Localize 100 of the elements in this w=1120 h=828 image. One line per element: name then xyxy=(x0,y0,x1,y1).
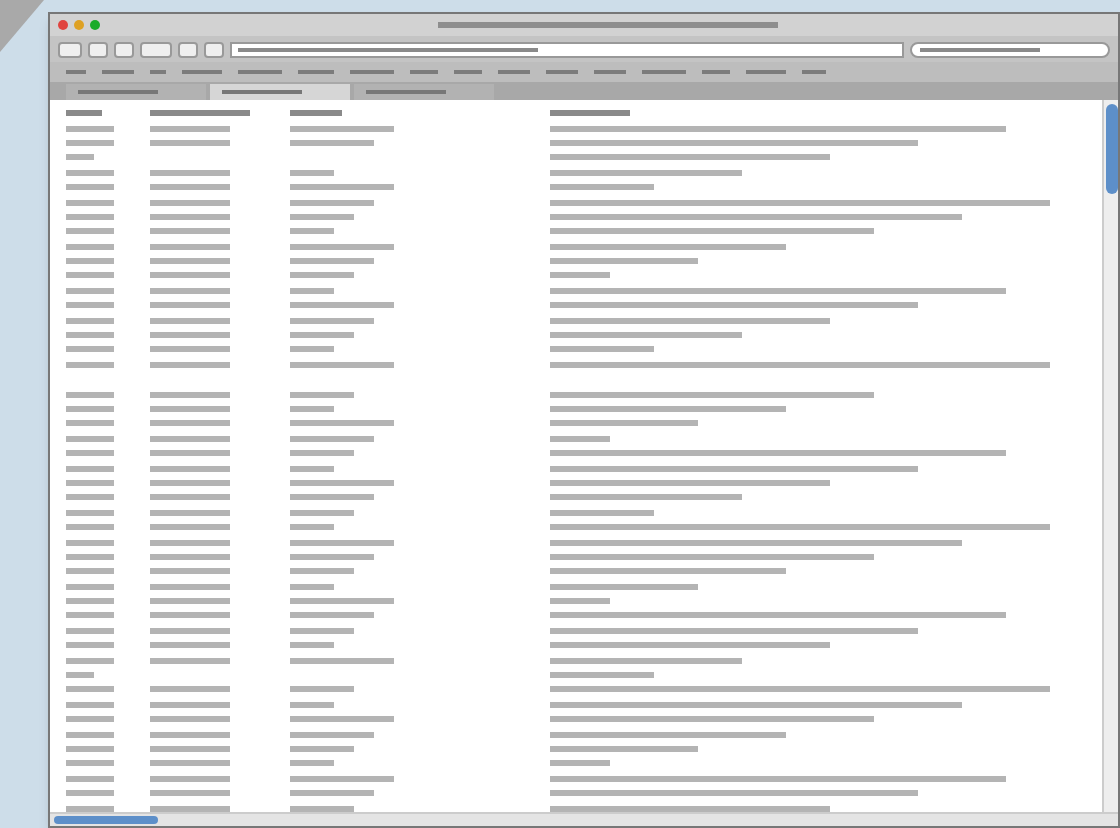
blurred-text-drawing xyxy=(66,272,114,279)
blurred-text-drawing xyxy=(66,745,114,752)
browser-tab[interactable] xyxy=(210,84,350,100)
blurred-text-drawing xyxy=(66,494,114,501)
blurred-text-drawing xyxy=(66,406,114,412)
blurred-text-drawing xyxy=(66,568,114,575)
blurred-text-drawing xyxy=(150,420,230,427)
blurred-text-drawing xyxy=(290,169,334,176)
browser-tab[interactable] xyxy=(354,84,494,100)
blurred-text-drawing xyxy=(150,332,230,339)
blurred-text-drawing xyxy=(150,657,230,664)
blurred-text-drawing xyxy=(150,243,230,250)
blurred-text-drawing xyxy=(66,346,114,353)
blurred-text-drawing xyxy=(66,110,102,117)
blurred-text-drawing xyxy=(66,243,114,250)
blurred-text-drawing xyxy=(150,228,230,235)
blurred-text-drawing xyxy=(290,243,394,250)
blurred-text-drawing xyxy=(66,287,114,294)
blurred-text-drawing xyxy=(66,701,114,708)
blurred-text-drawing xyxy=(290,657,394,664)
blurred-text-drawing xyxy=(66,672,94,679)
blurred-text-drawing xyxy=(550,598,610,605)
blurred-text-drawing xyxy=(290,568,354,575)
scroll-thumb[interactable] xyxy=(1105,104,1117,194)
blurred-text-drawing xyxy=(66,391,114,398)
blurred-text-drawing xyxy=(66,553,114,560)
blurred-text-drawing xyxy=(66,583,114,590)
vertical-scrollbar[interactable] xyxy=(1102,100,1118,812)
search-field[interactable] xyxy=(910,41,1110,57)
blurred-text-drawing xyxy=(290,775,394,782)
blurred-text-drawing xyxy=(66,539,114,546)
blurred-text-drawing xyxy=(290,287,334,294)
blurred-text-drawing xyxy=(550,435,610,442)
blurred-text-drawing xyxy=(290,612,374,619)
blurred-text-drawing xyxy=(150,731,230,738)
blurred-text-drawing xyxy=(150,435,230,442)
blurred-text-drawing xyxy=(66,627,114,634)
blurred-text-drawing xyxy=(66,716,114,723)
blurred-text-drawing xyxy=(550,760,610,767)
blurred-text-drawing xyxy=(150,302,230,309)
blurred-text-drawing xyxy=(150,509,230,516)
blurred-text-drawing xyxy=(290,509,354,516)
blurred-text-drawing xyxy=(66,199,114,206)
blurred-text-drawing xyxy=(150,110,250,117)
blurred-text-drawing xyxy=(150,361,230,368)
blurred-text-drawing xyxy=(290,139,374,146)
blurred-text-drawing xyxy=(66,213,114,220)
blurred-text-drawing xyxy=(290,553,374,560)
blurred-text-drawing xyxy=(66,775,114,782)
blurred-text-drawing xyxy=(66,686,114,693)
blurred-text-drawing xyxy=(290,598,394,605)
blurred-text-drawing xyxy=(66,790,114,797)
blurred-text-drawing xyxy=(66,805,114,812)
blurred-text-drawing xyxy=(66,317,114,324)
blurred-text-drawing xyxy=(150,716,230,723)
blurred-text-drawing xyxy=(150,598,230,605)
browser-tab[interactable] xyxy=(66,84,206,100)
blurred-text-drawing xyxy=(66,125,114,132)
blurred-text-drawing xyxy=(66,450,114,457)
blurred-text-drawing xyxy=(550,272,610,279)
blurred-text-drawing xyxy=(66,332,114,339)
blurred-text-drawing xyxy=(290,272,354,279)
blurred-text-drawing xyxy=(66,657,114,664)
blurred-text-drawing xyxy=(290,391,354,398)
blurred-text-drawing xyxy=(290,406,334,412)
blurred-text-drawing xyxy=(66,139,114,146)
blurred-text-drawing xyxy=(66,509,114,516)
blurred-text-drawing xyxy=(66,435,114,442)
blurred-text-drawing xyxy=(290,760,334,767)
blurred-text-drawing xyxy=(66,420,114,427)
blurred-text-drawing xyxy=(66,642,114,649)
blurred-text-drawing xyxy=(150,479,230,486)
blurred-text-drawing xyxy=(66,302,114,309)
blurred-text-drawing xyxy=(150,450,230,457)
blurred-text-drawing xyxy=(150,258,230,265)
blurred-text-drawing xyxy=(150,287,230,294)
toolbar-button[interactable] xyxy=(140,41,172,57)
blurred-text-drawing xyxy=(150,686,230,693)
blurred-text-drawing xyxy=(150,317,230,324)
horizontal-scrollbar[interactable] xyxy=(50,812,1118,826)
blurred-text-drawing xyxy=(150,775,230,782)
blurred-text-drawing xyxy=(290,332,354,339)
address-field[interactable] xyxy=(230,41,904,57)
blurred-text-drawing xyxy=(290,479,394,486)
blurred-text-drawing xyxy=(150,760,230,767)
blurred-text-drawing xyxy=(150,272,230,279)
toolbar-button[interactable] xyxy=(58,41,82,57)
blurred-text-drawing xyxy=(290,805,354,812)
blurred-text-drawing xyxy=(66,731,114,738)
blurred-text-drawing xyxy=(150,701,230,708)
blurred-text-drawing xyxy=(66,760,114,767)
blurred-text-drawing xyxy=(290,346,334,353)
blurred-text-drawing xyxy=(150,125,230,132)
blurred-text-drawing xyxy=(290,213,354,220)
blurred-text-drawing xyxy=(550,509,654,516)
blurred-text-drawing xyxy=(290,627,354,634)
blurred-text-drawing xyxy=(150,553,230,560)
blurred-text-drawing xyxy=(150,391,230,398)
horizontal-scroll-thumb[interactable] xyxy=(54,816,158,824)
blurred-text-drawing xyxy=(150,745,230,752)
